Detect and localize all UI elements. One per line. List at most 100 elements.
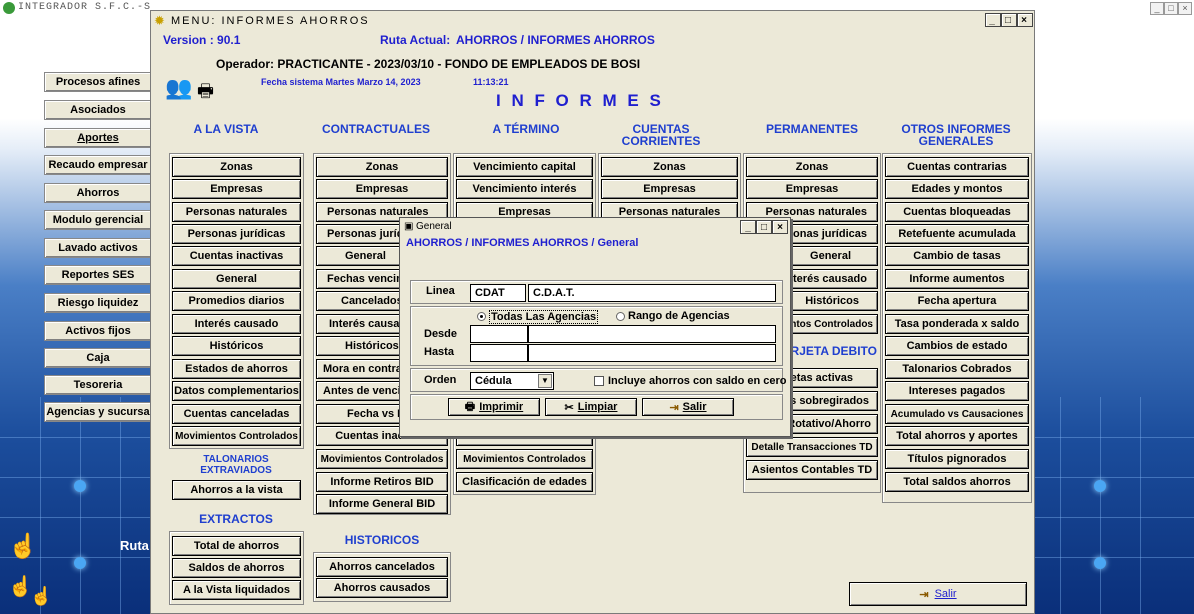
- sidebar-item-lavado-activos[interactable]: Lavado activos: [44, 238, 152, 258]
- td-asientos-contables-button[interactable]: Asientos Contables TD: [746, 460, 878, 480]
- vista-cuentas-canceladas-button[interactable]: Cuentas canceladas: [172, 404, 301, 424]
- vista-zonas-button[interactable]: Zonas: [172, 157, 301, 177]
- linea-desc-input[interactable]: C.D.A.T.: [528, 284, 776, 302]
- sidebar-item-reportes-ses[interactable]: Reportes SES: [44, 265, 152, 285]
- minimize-button[interactable]: _: [985, 13, 1001, 27]
- otros-fecha-apertura-button[interactable]: Fecha apertura: [885, 291, 1029, 311]
- hasta-code-input[interactable]: [470, 344, 528, 362]
- otros-cambios-estado-button[interactable]: Cambios de estado: [885, 336, 1029, 356]
- vista-general-button[interactable]: General: [172, 269, 301, 289]
- heading-contractuales: CONTRACTUALES: [322, 122, 430, 136]
- talonarios-extraviados-label: TALONARIOS EXTRAVIADOS: [200, 454, 272, 476]
- vista-datos-complementarios-button[interactable]: Datos complementarios: [172, 381, 301, 401]
- sidebar-item-activos-fijos[interactable]: Activos fijos: [44, 321, 152, 341]
- extractos-total-ahorros-button[interactable]: Total de ahorros: [172, 536, 301, 556]
- contractuales-zonas-button[interactable]: Zonas: [316, 157, 448, 177]
- desde-code-input[interactable]: [470, 325, 528, 343]
- sidebar-item-caja[interactable]: Caja: [44, 348, 152, 368]
- permanentes-empresas-button[interactable]: Empresas: [746, 179, 878, 199]
- vista-interes-causado-button[interactable]: Interés causado: [172, 314, 301, 334]
- sidebar-item-agencias-sucursales[interactable]: Agencias y sucursa: [44, 402, 152, 422]
- ruta-actual-value: AHORROS / INFORMES AHORROS: [456, 33, 655, 47]
- contractuales-empresas-button[interactable]: Empresas: [316, 179, 448, 199]
- termino-movimientos-controlados-button[interactable]: Movimientos Controlados: [456, 449, 593, 469]
- salir-label: Salir: [934, 588, 957, 600]
- orden-select[interactable]: Cédula ▼: [470, 372, 554, 390]
- vista-movimientos-controlados-button[interactable]: Movimientos Controlados: [172, 426, 301, 446]
- limpiar-button[interactable]: ✂ Limpiar: [545, 398, 637, 416]
- close-button[interactable]: ×: [1017, 13, 1033, 27]
- sidebar-item-tesoreria[interactable]: Tesoreria: [44, 375, 152, 395]
- vista-personas-naturales-button[interactable]: Personas naturales: [172, 202, 301, 222]
- vista-empresas-button[interactable]: Empresas: [172, 179, 301, 199]
- orden-label: Orden: [424, 374, 457, 386]
- otros-titulos-pignorados-button[interactable]: Títulos pignorados: [885, 449, 1029, 469]
- termino-clasificacion-edades-button[interactable]: Clasificación de edades: [456, 472, 593, 492]
- bg-maximize-button[interactable]: □: [1164, 2, 1178, 15]
- otros-total-ahorros-aportes-button[interactable]: Total ahorros y aportes: [885, 426, 1029, 446]
- broom-icon: ✂: [564, 401, 574, 414]
- vista-promedios-diarios-button[interactable]: Promedios diarios: [172, 291, 301, 311]
- corrientes-empresas-button[interactable]: Empresas: [601, 179, 738, 199]
- contractuales-movimientos-controlados-button[interactable]: Movimientos Controlados: [316, 449, 448, 469]
- imprimir-button[interactable]: 🖶 Imprimir: [448, 398, 540, 416]
- otros-cambio-tasas-button[interactable]: Cambio de tasas: [885, 246, 1029, 266]
- hasta-desc-input[interactable]: [528, 344, 776, 362]
- dialog-close-button[interactable]: ×: [772, 220, 788, 234]
- otros-retefuente-button[interactable]: Retefuente acumulada: [885, 224, 1029, 244]
- extractos-saldos-ahorros-button[interactable]: Saldos de ahorros: [172, 558, 301, 578]
- otros-talonarios-cobrados-button[interactable]: Talonarios Cobrados: [885, 359, 1029, 379]
- sidebar-item-aportes[interactable]: Aportes: [44, 128, 152, 148]
- historicos-ahorros-causados-button[interactable]: Ahorros causados: [316, 578, 448, 598]
- hand-cursor-icon: ☝: [30, 586, 53, 606]
- sidebar-item-procesos-afines[interactable]: Procesos afines: [44, 72, 152, 92]
- historicos-ahorros-cancelados-button[interactable]: Ahorros cancelados: [316, 557, 448, 577]
- sidebar-item-modulo-gerencial[interactable]: Modulo gerencial: [44, 210, 152, 230]
- maximize-button[interactable]: □: [1001, 13, 1017, 27]
- vista-personas-juridicas-button[interactable]: Personas jurídicas: [172, 224, 301, 244]
- otros-edades-montos-button[interactable]: Edades y montos: [885, 179, 1029, 199]
- permanentes-zonas-button[interactable]: Zonas: [746, 157, 878, 177]
- rango-agencias-label[interactable]: Rango de Agencias: [628, 310, 730, 322]
- sun-icon: ✹: [154, 13, 167, 28]
- sidebar-item-ahorros[interactable]: Ahorros: [44, 183, 152, 203]
- sidebar-item-riesgo-liquidez[interactable]: Riesgo liquidez: [44, 293, 152, 313]
- corrientes-zonas-button[interactable]: Zonas: [601, 157, 738, 177]
- vista-estados-ahorros-button[interactable]: Estados de ahorros: [172, 359, 301, 379]
- dialog-maximize-button[interactable]: □: [756, 220, 772, 234]
- otros-intereses-pagados-button[interactable]: Intereses pagados: [885, 381, 1029, 401]
- otros-cuentas-contrarias-button[interactable]: Cuentas contrarias: [885, 157, 1029, 177]
- todas-agencias-label[interactable]: Todas Las Agencias: [489, 310, 599, 324]
- sidebar-item-asociados[interactable]: Asociados: [44, 100, 152, 120]
- limpiar-label: Limpiar: [577, 401, 618, 413]
- termino-vencimiento-interes-button[interactable]: Vencimiento interés: [456, 179, 593, 199]
- vista-cuentas-inactivas-button[interactable]: Cuentas inactivas: [172, 246, 301, 266]
- otros-cuentas-bloqueadas-button[interactable]: Cuentas bloqueadas: [885, 202, 1029, 222]
- operador-label: Operador: PRACTICANTE - 2023/03/10 - FON…: [216, 57, 641, 71]
- vista-historicos-button[interactable]: Históricos: [172, 336, 301, 356]
- otros-total-saldos-ahorros-button[interactable]: Total saldos ahorros: [885, 472, 1029, 492]
- desde-desc-input[interactable]: [528, 325, 776, 343]
- saldo-cero-checkbox[interactable]: [594, 376, 604, 386]
- dialog-minimize-button[interactable]: _: [740, 220, 756, 234]
- talonarios-ahorros-vista-button[interactable]: Ahorros a la vista: [172, 480, 301, 500]
- extractos-vista-liquidados-button[interactable]: A la Vista liquidados: [172, 580, 301, 600]
- bg-minimize-button[interactable]: _: [1150, 2, 1164, 15]
- termino-vencimiento-capital-button[interactable]: Vencimiento capital: [456, 157, 593, 177]
- exit-door-icon: ⇥: [919, 588, 929, 601]
- otros-acumulado-causaciones-button[interactable]: Acumulado vs Causaciones: [885, 404, 1029, 424]
- main-salir-button[interactable]: ⇥ Salir: [849, 582, 1027, 606]
- dialog-salir-button[interactable]: ⇥ Salir: [642, 398, 734, 416]
- otros-tasa-ponderada-button[interactable]: Tasa ponderada x saldo: [885, 314, 1029, 334]
- page-heading: I N F O R M E S: [496, 91, 664, 110]
- linea-code-input[interactable]: CDAT: [470, 284, 526, 302]
- sidebar-item-recaudo-empresarial[interactable]: Recaudo empresar: [44, 155, 152, 175]
- contractuales-informe-retiros-bid-button[interactable]: Informe Retiros BID: [316, 472, 448, 492]
- rango-agencias-radio[interactable]: [616, 312, 625, 321]
- td-detalle-transacciones-button[interactable]: Detalle Transacciones TD: [746, 437, 878, 457]
- todas-agencias-radio[interactable]: [477, 312, 486, 321]
- chevron-down-icon[interactable]: ▼: [538, 374, 552, 388]
- bg-close-button[interactable]: ×: [1178, 2, 1192, 15]
- contractuales-informe-general-bid-button[interactable]: Informe General BID: [316, 494, 448, 514]
- otros-informe-aumentos-button[interactable]: Informe aumentos: [885, 269, 1029, 289]
